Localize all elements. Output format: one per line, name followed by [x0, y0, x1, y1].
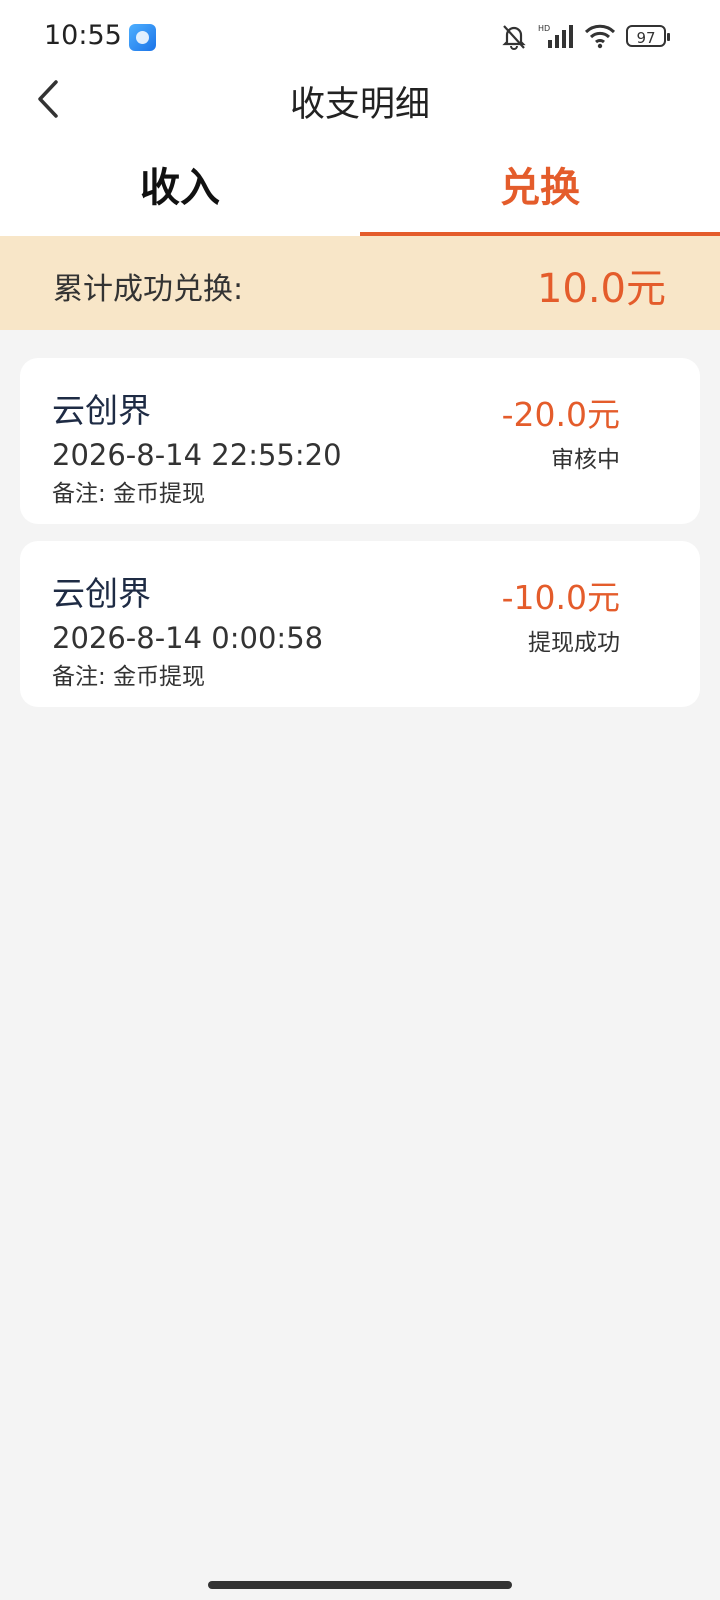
record-note: 备注: 金币提现 — [52, 481, 206, 507]
svg-text:HD: HD — [538, 24, 550, 33]
record-amount: -10.0元 — [501, 578, 620, 617]
app-notification-icon — [129, 24, 156, 51]
record-status: 提现成功 — [528, 630, 620, 656]
exchange-summary-banner: 累计成功兑换: 10.0元 — [0, 236, 720, 330]
mute-bell-icon — [502, 25, 526, 50]
record-card: 云创界 2026-8-14 22:55:20 备注: 金币提现 -20.0元 审… — [20, 358, 700, 524]
summary-value: 10.0元 — [536, 266, 666, 312]
tab-income[interactable]: 收入 — [0, 156, 360, 236]
tab-income-label: 收入 — [140, 165, 220, 211]
tab-exchange[interactable]: 兑换 — [360, 156, 720, 236]
status-time: 10:55 — [44, 20, 122, 51]
record-amount: -20.0元 — [501, 395, 620, 434]
record-name: 云创界 — [52, 391, 151, 430]
battery-icon: 97 — [626, 25, 670, 47]
home-indicator[interactable] — [208, 1581, 512, 1589]
status-icons: HD 97 — [500, 22, 670, 50]
record-card: 云创界 2026-8-14 0:00:58 备注: 金币提现 -10.0元 提现… — [20, 541, 700, 707]
record-status: 审核中 — [551, 447, 620, 473]
record-name: 云创界 — [52, 574, 151, 613]
wifi-icon — [584, 24, 616, 49]
summary-label: 累计成功兑换: — [53, 272, 244, 307]
signal-icon: HD — [538, 24, 573, 48]
tab-exchange-label: 兑换 — [500, 165, 580, 211]
record-time: 2026-8-14 22:55:20 — [52, 438, 342, 472]
page-title: 收支明细 — [289, 85, 430, 125]
record-note: 备注: 金币提现 — [52, 664, 206, 690]
record-time: 2026-8-14 0:00:58 — [52, 621, 324, 655]
battery-level: 97 — [636, 29, 656, 47]
